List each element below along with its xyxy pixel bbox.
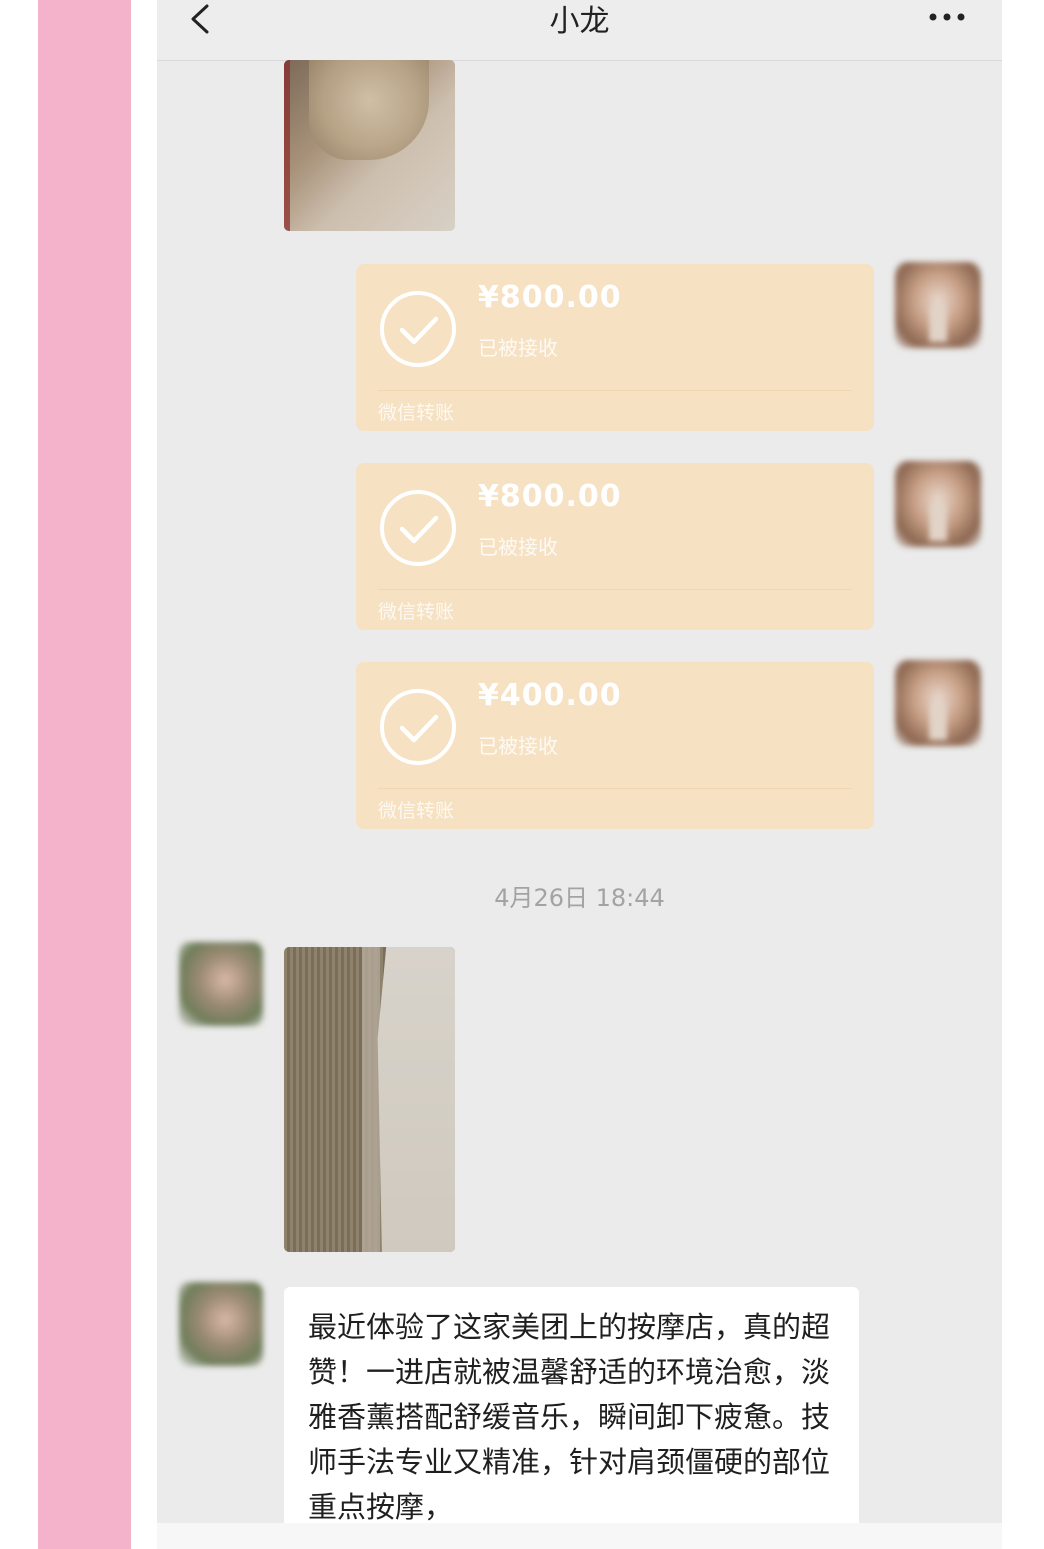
transfer-footer: 微信转账 — [378, 800, 455, 822]
transfer-message[interactable]: ¥400.00 已被接收 微信转账 — [356, 662, 874, 829]
check-circle-icon — [380, 689, 456, 765]
chat-title: 小龙 — [549, 4, 610, 39]
transfer-amount: ¥400.00 — [478, 678, 622, 713]
text-message-bubble[interactable]: 最近体验了这家美团上的按摩店，真的超赞！一进店就被温馨舒适的环境治愈，淡雅香薰搭… — [284, 1287, 859, 1549]
transfer-message[interactable]: ¥800.00 已被接收 微信转账 — [356, 463, 874, 630]
transfer-amount: ¥800.00 — [478, 479, 622, 514]
image-message-wall[interactable] — [284, 947, 455, 1252]
avatar[interactable] — [179, 942, 263, 1026]
input-bar — [157, 1523, 1002, 1549]
transfer-footer: 微信转账 — [378, 601, 455, 623]
text-message-content: 最近体验了这家美团上的按摩店，真的超赞！一进店就被温馨舒适的环境治愈，淡雅香薰搭… — [308, 1310, 831, 1524]
avatar[interactable] — [895, 262, 981, 348]
transfer-footer: 微信转账 — [378, 402, 455, 424]
transfer-status: 已被接收 — [478, 734, 558, 758]
transfer-amount: ¥800.00 — [478, 280, 622, 315]
check-circle-icon — [380, 291, 456, 367]
transfer-status: 已被接收 — [478, 336, 558, 360]
transfer-status: 已被接收 — [478, 535, 558, 559]
check-circle-icon — [380, 490, 456, 566]
divider — [378, 589, 852, 590]
image-message-toy[interactable] — [284, 60, 455, 231]
chat-screen: 小龙 ¥800.00 已被接收 微信转账 ¥800.00 已被接收 微信转账 ¥… — [157, 0, 1002, 1549]
divider — [378, 390, 852, 391]
transfer-message[interactable]: ¥800.00 已被接收 微信转账 — [356, 264, 874, 431]
divider — [378, 788, 852, 789]
avatar[interactable] — [895, 461, 981, 547]
avatar[interactable] — [895, 660, 981, 746]
avatar[interactable] — [179, 1282, 263, 1366]
side-decoration-strip — [38, 0, 131, 1549]
chat-header: 小龙 — [157, 0, 1002, 61]
more-horizontal-icon[interactable] — [927, 10, 967, 24]
message-timestamp: 4月26日 18:44 — [494, 884, 665, 912]
